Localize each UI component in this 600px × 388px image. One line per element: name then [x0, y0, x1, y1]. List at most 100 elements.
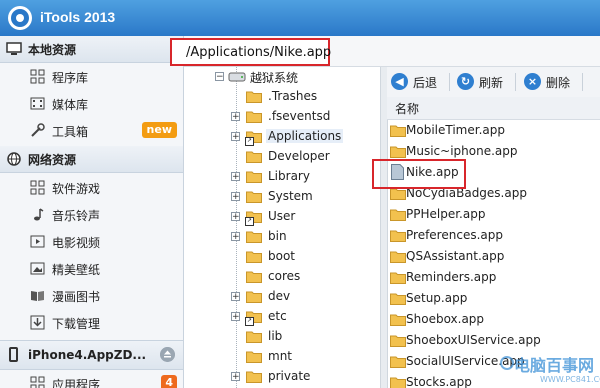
sidebar-item-label: 应用程序 [52, 378, 101, 388]
column-header-name[interactable]: 名称 [387, 97, 600, 120]
sidebar-item-music-ringtones[interactable]: 音乐铃声 [0, 201, 183, 228]
file-name: Shoebox.app [406, 312, 485, 326]
expand-toggle[interactable]: + [231, 192, 240, 202]
sidebar-item-media-library[interactable]: 媒体库 [0, 90, 183, 117]
sidebar-item-download-manager[interactable]: 下载管理 [0, 309, 183, 336]
file-name: ShoeboxUIService.app [406, 333, 541, 347]
folder-icon [246, 250, 262, 263]
folder-icon [390, 376, 406, 388]
shortcut-arrow-icon: ↗ [245, 137, 254, 146]
sidebar-item-label: 程序库 [52, 71, 89, 85]
sidebar-item-label: 软件游戏 [52, 182, 101, 196]
folder-icon [390, 229, 406, 242]
tree-item[interactable]: cores [184, 267, 380, 287]
column-header-label: 名称 [395, 102, 420, 116]
tree-item-label: .Trashes [268, 89, 318, 103]
file-row[interactable]: QSAssistant.app [387, 246, 600, 267]
sidebar-item-movies-videos[interactable]: 电影视频 [0, 228, 183, 255]
expand-toggle[interactable]: + [231, 132, 240, 142]
expand-toggle[interactable]: + [231, 212, 240, 222]
tree-item-label: Developer [268, 149, 330, 163]
itools-logo-icon [8, 6, 32, 30]
tree-root[interactable]: − 越狱系统 [184, 67, 380, 87]
sidebar-item-toolbox[interactable]: 工具箱 new [0, 117, 183, 144]
folder-icon [390, 355, 406, 368]
section-local-resources[interactable]: 本地资源 [0, 36, 183, 63]
highlight-box [372, 159, 466, 189]
tree-item-label: dev [268, 289, 291, 303]
sidebar-item-label: 电影视频 [52, 236, 101, 250]
tree-item-label: private [268, 369, 311, 383]
tree-item[interactable]: + bin [184, 227, 380, 247]
tree-item[interactable]: + Library [184, 167, 380, 187]
grid-icon [30, 376, 45, 388]
path-field[interactable]: /Applications/Nike.app [170, 38, 332, 66]
file-row[interactable]: Shoebox.app [387, 309, 600, 330]
file-row[interactable]: PPHelper.app [387, 204, 600, 225]
tree-item[interactable]: + System [184, 187, 380, 207]
tree-item[interactable]: lib [184, 327, 380, 347]
folder-icon [246, 290, 262, 303]
globe-icon [7, 152, 21, 166]
app-title: iTools 2013 [40, 9, 116, 25]
file-row[interactable]: Reminders.app [387, 267, 600, 288]
expand-toggle[interactable]: + [231, 372, 240, 382]
sidebar-item-comics-books[interactable]: 漫画图书 [0, 282, 183, 309]
tree-item[interactable]: + ↗ Applications [184, 127, 380, 147]
tree-item-label: .fseventsd [268, 109, 331, 123]
sidebar-item-wallpapers[interactable]: 精美壁纸 [0, 255, 183, 282]
expand-toggle[interactable]: + [231, 232, 240, 242]
toolbar-divider [515, 73, 516, 91]
collapse-toggle[interactable]: − [215, 72, 224, 82]
title-bar: iTools 2013 [0, 0, 600, 36]
file-row[interactable]: Preferences.app [387, 225, 600, 246]
grid-icon [30, 69, 45, 84]
folder-icon [246, 190, 262, 203]
count-badge: 4 [161, 375, 177, 388]
folder-icon [390, 292, 406, 305]
tree-item[interactable]: boot [184, 247, 380, 267]
computer-icon [6, 42, 22, 55]
expand-toggle[interactable]: + [231, 312, 240, 322]
file-row[interactable]: MobileTimer.app [387, 120, 600, 141]
tree-item[interactable]: Developer [184, 147, 380, 167]
section-network-resources[interactable]: 网络资源 [0, 146, 183, 173]
music-note-icon [34, 208, 44, 221]
tree-item[interactable]: + dev [184, 287, 380, 307]
file-name: Stocks.app [406, 375, 472, 388]
device-header[interactable]: iPhone4.AppZD... [0, 340, 183, 370]
back-arrow-icon: ◀ [391, 73, 408, 90]
tree-item[interactable]: + ↗ etc [184, 307, 380, 327]
tree-item[interactable]: + private [184, 367, 380, 387]
sidebar-item-label: 媒体库 [52, 98, 89, 112]
sidebar-item-label: 精美壁纸 [52, 263, 101, 277]
sidebar-item-app-library[interactable]: 程序库 [0, 63, 183, 90]
tree-item[interactable]: mnt [184, 347, 380, 367]
tree-item[interactable]: .Trashes [184, 87, 380, 107]
folder-icon [246, 170, 262, 183]
expand-toggle[interactable]: + [231, 172, 240, 182]
tree-root-label: 越狱系统 [250, 71, 299, 85]
sidebar-item-label: 工具箱 [52, 125, 89, 139]
picture-icon [30, 262, 45, 275]
drive-icon [228, 72, 246, 82]
expand-toggle[interactable]: + [231, 112, 240, 122]
download-icon [30, 315, 45, 330]
grid-icon [30, 180, 45, 195]
folder-icon [246, 150, 262, 163]
sidebar-item-applications[interactable]: 应用程序 4 [0, 370, 183, 388]
sidebar-item-software-games[interactable]: 软件游戏 [0, 174, 183, 201]
tree-item[interactable]: + ↗ User [184, 207, 380, 227]
tree-item[interactable]: + .fseventsd [184, 107, 380, 127]
file-row[interactable]: Setup.app [387, 288, 600, 309]
sidebar-item-label: 音乐铃声 [52, 209, 101, 223]
tree-item-label: bin [268, 229, 287, 243]
sidebar-item-label: 下载管理 [52, 317, 101, 331]
expand-toggle[interactable]: + [231, 292, 240, 302]
tree-item-label: Applications [266, 129, 344, 143]
tree-item-label: mnt [268, 349, 292, 363]
tree-item-label: User [268, 209, 296, 223]
path-text: /Applications/Nike.app [186, 45, 332, 60]
eject-icon[interactable] [160, 347, 175, 362]
file-name: MobileTimer.app [406, 123, 505, 137]
